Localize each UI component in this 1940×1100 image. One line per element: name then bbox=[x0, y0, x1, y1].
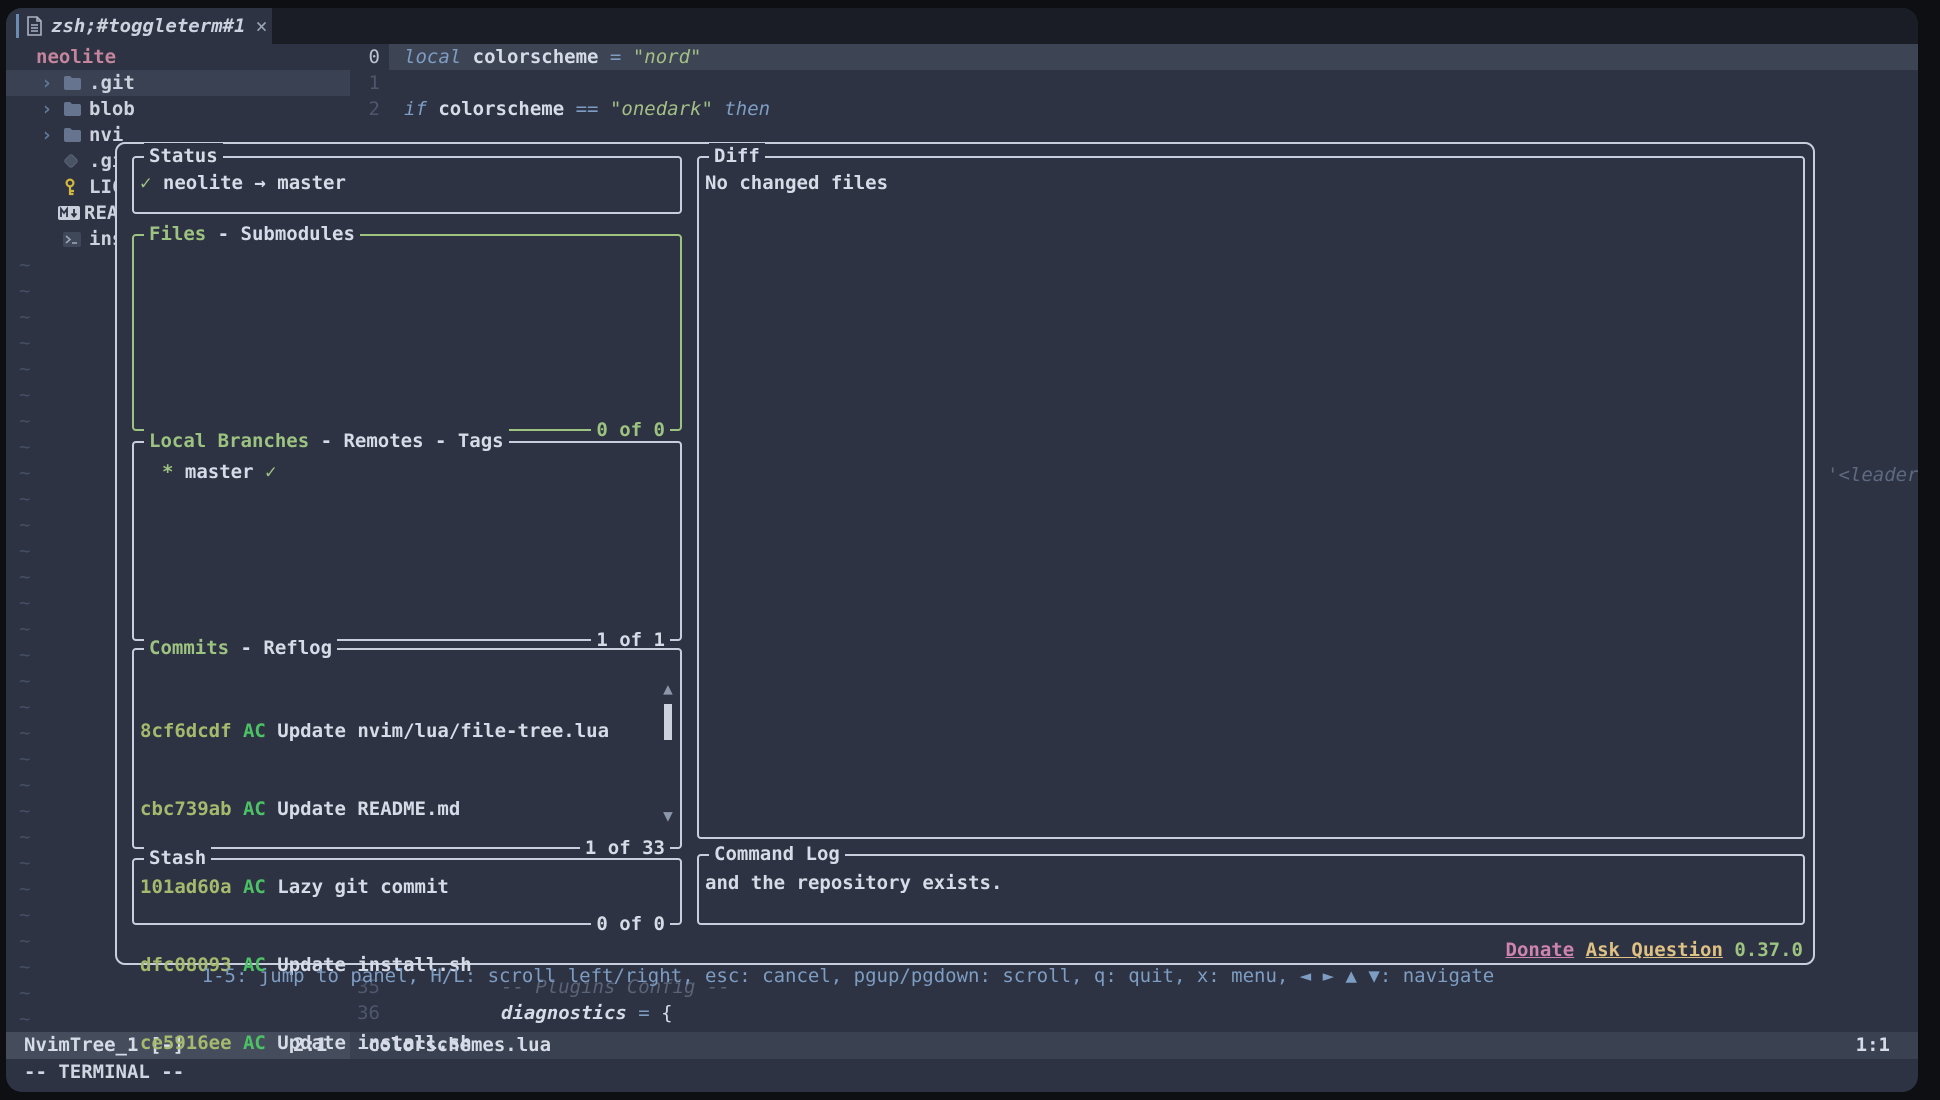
line-number: 0 bbox=[336, 44, 380, 70]
lazygit-float-window: Status ✓ neolite → master Files - Submod… bbox=[115, 142, 1815, 965]
line-number: 1 bbox=[336, 70, 380, 96]
lazygit-keybind-bar: 1-5: jump to panel, H/L: scroll left/rig… bbox=[133, 937, 1803, 963]
command-log-content: and the repository exists. bbox=[699, 856, 1803, 896]
code-peek-text: '<leader> bbox=[1827, 462, 1918, 488]
scroll-down-icon[interactable]: ▼ bbox=[661, 803, 675, 829]
lazygit-command-log-panel[interactable]: Command Log and the repository exists. bbox=[697, 854, 1805, 925]
chevron-right-icon: › bbox=[41, 70, 57, 96]
status-panel-title: Status bbox=[144, 143, 223, 169]
tabline: zsh;#toggleterm#1 × bbox=[6, 8, 1918, 44]
commits-scrollbar[interactable]: ▲ ▼ bbox=[661, 676, 675, 829]
tab-close-icon[interactable]: × bbox=[255, 13, 267, 39]
donate-link[interactable]: Donate bbox=[1506, 939, 1575, 961]
lazygit-stash-panel[interactable]: Stash 0 of 0 bbox=[132, 858, 682, 925]
lazygit-commits-panel[interactable]: Commits - Reflog 8cf6dcdf AC Update nvim… bbox=[132, 648, 682, 849]
empty-buffer-tildes: ~ ~ ~ ~ ~ ~ ~ ~ ~ ~ ~ ~ ~ ~ ~ ~ ~ ~ ~ ~ … bbox=[19, 252, 30, 1032]
active-tab-indicator bbox=[16, 14, 19, 38]
files-count: 0 of 0 bbox=[591, 417, 670, 443]
stash-panel-title: Stash bbox=[144, 845, 211, 871]
terminal-script-icon bbox=[63, 180, 83, 299]
commit-row[interactable]: 8cf6dcdf AC Update nvim/lua/file-tree.lu… bbox=[140, 718, 674, 744]
lazygit-branches-panel[interactable]: Local Branches - Remotes - Tags * master… bbox=[132, 441, 682, 641]
code-line-2: if colorscheme == "onedark" then bbox=[404, 96, 770, 122]
chevron-right-icon: › bbox=[41, 96, 57, 122]
code-line-0: local colorscheme = "nord" bbox=[404, 44, 701, 70]
file-icon bbox=[26, 16, 43, 36]
lazygit-files-panel[interactable]: Files - Submodules 0 of 0 bbox=[132, 234, 682, 431]
lazygit-version: 0.37.0 bbox=[1734, 939, 1803, 961]
tab-toggleterm[interactable]: zsh;#toggleterm#1 × bbox=[6, 8, 272, 44]
lazygit-footer-links: Donate Ask Question 0.37.0 bbox=[1506, 937, 1803, 963]
diff-content: No changed files bbox=[699, 158, 1803, 196]
diff-panel-title: Diff bbox=[709, 143, 765, 169]
commit-row[interactable]: ce5916ee AC Update install.sh bbox=[140, 1030, 674, 1056]
commits-panel-title[interactable]: Commits - Reflog bbox=[144, 635, 337, 661]
keybind-hints: 1-5: jump to panel, H/L: scroll left/rig… bbox=[202, 965, 1495, 987]
lazygit-diff-panel[interactable]: Diff No changed files bbox=[697, 156, 1805, 839]
lazygit-status-panel[interactable]: Status ✓ neolite → master bbox=[132, 156, 682, 214]
terminal-screen: zsh;#toggleterm#1 × neolite › .git › blo… bbox=[0, 0, 1940, 1100]
tree-root-folder[interactable]: neolite bbox=[6, 44, 350, 70]
tree-item-blob-folder[interactable]: › blob bbox=[6, 96, 350, 122]
scroll-up-icon[interactable]: ▲ bbox=[661, 676, 675, 702]
chevron-right-icon: › bbox=[41, 122, 57, 148]
neovim-window: zsh;#toggleterm#1 × neolite › .git › blo… bbox=[6, 8, 1918, 1092]
stash-count: 0 of 0 bbox=[591, 911, 670, 937]
line-number: 2 bbox=[336, 96, 380, 122]
tree-item-git-folder[interactable]: › .git bbox=[6, 70, 350, 96]
ask-question-link[interactable]: Ask Question bbox=[1586, 939, 1723, 961]
commit-row[interactable]: cbc739ab AC Update README.md bbox=[140, 796, 674, 822]
command-log-title: Command Log bbox=[709, 841, 845, 867]
branches-panel-title[interactable]: Local Branches - Remotes - Tags bbox=[144, 428, 509, 454]
files-panel-title[interactable]: Files - Submodules bbox=[144, 221, 360, 247]
statusline-cursor-pos-right: 1:1 bbox=[1856, 1032, 1890, 1059]
scroll-thumb[interactable] bbox=[664, 704, 672, 740]
